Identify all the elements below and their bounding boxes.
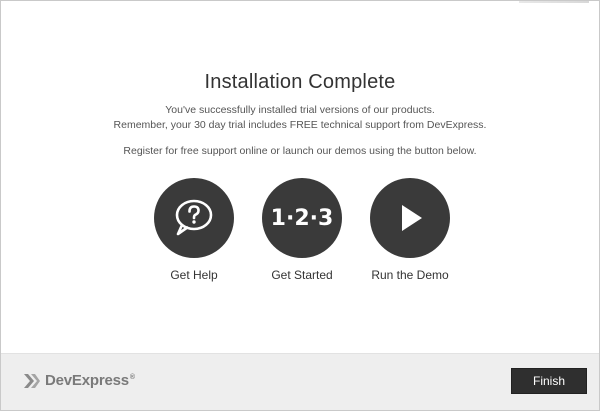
logo-text: DevExpress® <box>45 372 135 389</box>
page-title: Installation Complete <box>204 71 396 93</box>
description-line-2: Remember, your 30 day trial includes FRE… <box>113 119 487 131</box>
devexpress-mark-icon <box>24 373 40 388</box>
numbers-123-icon: 1·2·3 <box>270 205 334 231</box>
get-help-label: Get Help <box>170 268 218 282</box>
run-demo-circle[interactable] <box>370 178 450 258</box>
get-help-button[interactable]: Get Help <box>139 178 249 282</box>
play-icon <box>402 205 422 231</box>
run-demo-label: Run the Demo <box>371 268 449 282</box>
footer-bar: DevExpress® Finish <box>1 353 599 410</box>
installer-window: Installation Complete You've successfull… <box>0 0 600 411</box>
get-started-label: Get Started <box>271 268 333 282</box>
speech-bubble-question-icon <box>175 199 213 236</box>
get-started-button[interactable]: 1·2·3 Get Started <box>247 178 357 282</box>
get-help-circle[interactable] <box>154 178 234 258</box>
main-content: Installation Complete You've successfull… <box>1 1 599 355</box>
action-buttons: Get Help 1·2·3 Get Started Run the Demo <box>1 178 599 288</box>
finish-button[interactable]: Finish <box>511 368 587 394</box>
logo-registered-mark: ® <box>129 374 135 381</box>
description-line-1: You've successfully installed trial vers… <box>165 104 435 116</box>
get-started-circle[interactable]: 1·2·3 <box>262 178 342 258</box>
devexpress-logo: DevExpress® <box>23 372 135 389</box>
description-line-3: Register for free support online or laun… <box>123 145 477 157</box>
run-demo-button[interactable]: Run the Demo <box>355 178 465 282</box>
